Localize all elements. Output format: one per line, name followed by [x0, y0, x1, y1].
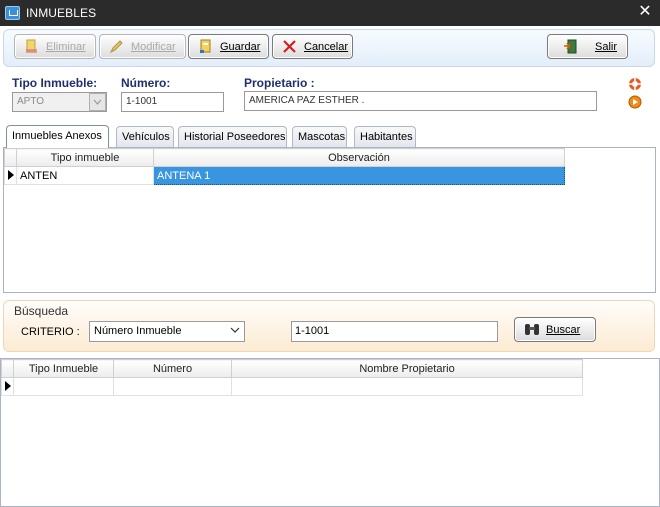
resultados-table: Tipo Inmueble Número Nombre Propietario	[1, 359, 583, 396]
criterio-select[interactable]: Número Inmueble	[89, 321, 245, 342]
column-header-tipo-inmueble[interactable]: Tipo Inmueble	[13, 359, 114, 378]
row-indicator-header	[4, 148, 17, 167]
criterio-value: Número Inmueble	[94, 325, 182, 337]
tab-mascotas[interactable]: Mascotas	[292, 126, 347, 147]
cell-numero[interactable]	[113, 377, 232, 396]
anexos-table: Tipo inmueble Observación ANTEN ANTENA 1	[4, 148, 565, 185]
row-pointer-icon	[1, 377, 14, 396]
play-icon[interactable]	[628, 95, 642, 109]
chevron-down-icon	[230, 327, 240, 333]
busqueda-title: Búsqueda	[14, 304, 69, 318]
tab-habitantes[interactable]: Habitantes	[354, 126, 416, 147]
anexos-panel: Tipo inmueble Observación ANTEN ANTENA 1	[3, 147, 656, 293]
propietario-label: Propietario :	[244, 76, 315, 90]
table-row[interactable]	[1, 377, 583, 396]
exit-door-icon	[562, 38, 579, 55]
window-title: INMUEBLES	[26, 6, 97, 20]
binoculars-icon	[523, 321, 540, 338]
save-icon	[197, 38, 214, 55]
tab-vehiculos[interactable]: Vehículos	[116, 126, 174, 147]
tipo-dropdown-button[interactable]	[89, 93, 106, 111]
app-icon	[5, 6, 20, 20]
cell-tipo[interactable]	[13, 377, 114, 396]
salir-button[interactable]: Salir	[547, 34, 628, 59]
title-bar: INMUEBLES ✕	[0, 0, 660, 26]
cancel-x-icon	[281, 38, 298, 55]
numero-field[interactable]: 1-1001	[121, 92, 224, 112]
tab-historial-poseedores[interactable]: Historial Poseedores	[178, 126, 287, 147]
busqueda-panel: Búsqueda CRITERIO : Número Inmueble 1-10…	[3, 300, 655, 352]
row-pointer-icon	[4, 166, 17, 185]
buscar-button[interactable]: Buscar	[514, 317, 596, 342]
close-icon[interactable]: ✕	[636, 3, 654, 21]
tipo-inmueble-label: Tipo Inmueble:	[12, 76, 98, 90]
propietario-field[interactable]: AMERICA PAZ ESTHER .	[244, 91, 597, 111]
resultados-panel: Tipo Inmueble Número Nombre Propietario	[0, 358, 660, 507]
table-row[interactable]: ANTEN ANTENA 1	[4, 166, 565, 185]
row-indicator-header	[1, 359, 14, 378]
delete-icon	[23, 38, 40, 55]
column-header-nombre-propietario[interactable]: Nombre Propietario	[231, 359, 583, 378]
search-input[interactable]: 1-1001	[291, 321, 498, 342]
modificar-button[interactable]: Modificar	[99, 34, 186, 59]
column-header-observacion[interactable]: Observación	[153, 148, 565, 167]
cell-observacion[interactable]: ANTENA 1	[153, 166, 565, 185]
cell-nombre[interactable]	[231, 377, 583, 396]
numero-label: Número:	[121, 76, 171, 90]
tab-inmuebles-anexos[interactable]: Inmuebles Anexos	[6, 125, 109, 148]
toolbar: Eliminar Modificar Guardar Cancelar Sali…	[3, 29, 655, 67]
lifebuoy-icon[interactable]	[628, 77, 642, 91]
pencil-icon	[108, 38, 125, 55]
eliminar-button[interactable]: Eliminar	[14, 34, 96, 59]
column-header-tipo-inmueble[interactable]: Tipo inmueble	[16, 148, 154, 167]
cancelar-button[interactable]: Cancelar	[272, 34, 353, 59]
chevron-down-icon	[93, 99, 102, 105]
guardar-button[interactable]: Guardar	[188, 34, 269, 59]
cell-tipo[interactable]: ANTEN	[16, 166, 154, 185]
column-header-numero[interactable]: Número	[113, 359, 232, 378]
criterio-label: CRITERIO :	[21, 326, 80, 338]
